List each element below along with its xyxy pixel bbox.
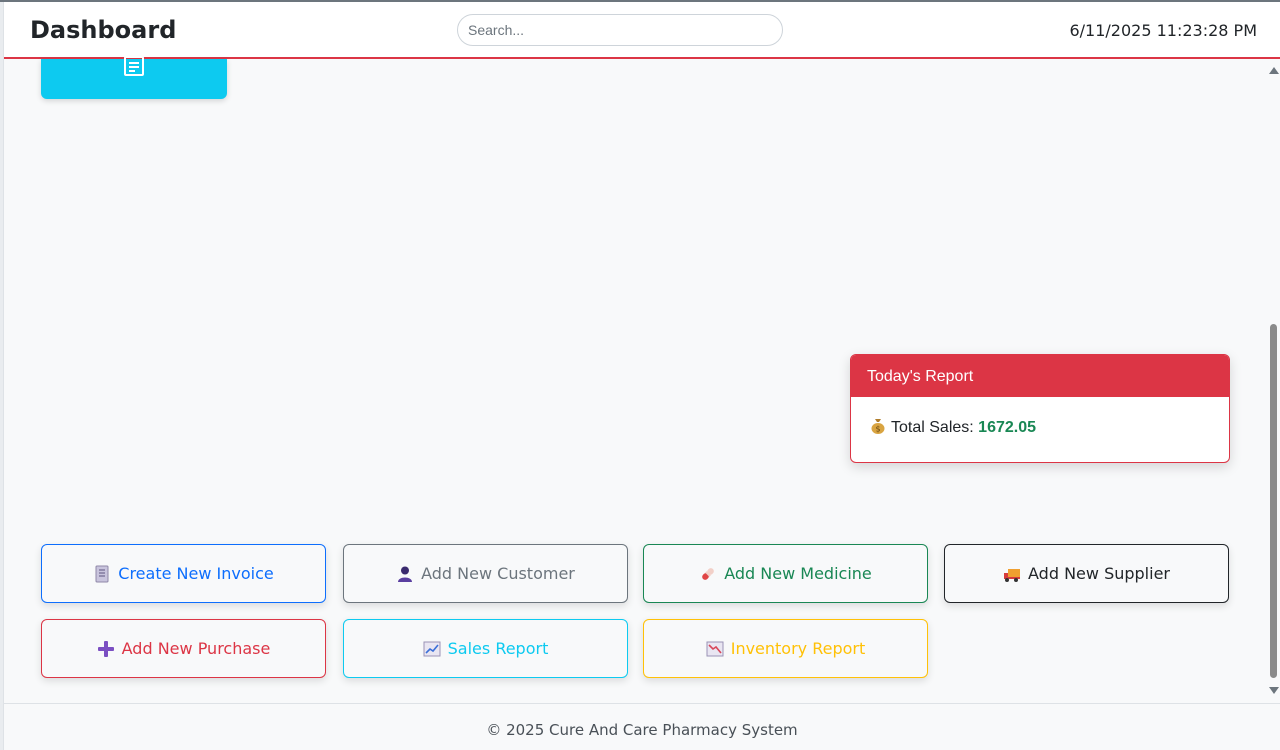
- svg-text:$: $: [875, 425, 880, 434]
- page-title: Dashboard: [30, 16, 177, 44]
- inventory-report-button[interactable]: Inventory Report: [643, 619, 928, 678]
- sales-report-button[interactable]: Sales Report: [343, 619, 628, 678]
- chart-down-icon: [706, 641, 724, 656]
- add-medicine-button[interactable]: Add New Medicine: [643, 544, 928, 603]
- scroll-up-arrow-icon[interactable]: [1269, 67, 1279, 74]
- top-navbar: Dashboard 6/11/2025 11:23:28 PM: [4, 2, 1280, 59]
- sales-report-label: Sales Report: [447, 639, 549, 658]
- invoices-card[interactable]: [41, 56, 227, 99]
- window-edge: [0, 0, 4, 750]
- scroll-down-arrow-icon[interactable]: [1269, 687, 1279, 694]
- total-sales-value: 1672.05: [978, 419, 1037, 436]
- report-card-title: Today's Report: [851, 355, 1229, 397]
- truck-icon: [1004, 568, 1021, 582]
- pill-icon: [702, 567, 715, 580]
- chart-up-icon: [423, 641, 441, 656]
- add-purchase-label: Add New Purchase: [121, 639, 271, 658]
- create-invoice-label: Create New Invoice: [118, 564, 274, 583]
- receipt-icon: [95, 565, 109, 582]
- page-footer: © 2025 Cure And Care Pharmacy System: [4, 703, 1280, 750]
- add-supplier-button[interactable]: Add New Supplier: [944, 544, 1229, 603]
- search-input[interactable]: [457, 14, 783, 46]
- todays-report-card: Today's Report $ Total Sales: 1672.05: [850, 354, 1230, 463]
- add-purchase-button[interactable]: Add New Purchase: [41, 619, 326, 678]
- user-icon: [398, 566, 413, 582]
- invoice-icon: [124, 56, 144, 76]
- inventory-report-label: Inventory Report: [730, 639, 866, 658]
- report-card-body: $ Total Sales: 1672.05: [851, 397, 1229, 457]
- scrollbar-thumb[interactable]: [1270, 324, 1277, 678]
- plus-icon: [97, 640, 114, 657]
- add-customer-label: Add New Customer: [421, 564, 575, 583]
- money-bag-icon: $: [871, 419, 885, 434]
- total-sales-label: Total Sales:: [891, 419, 974, 436]
- vertical-scrollbar[interactable]: [1266, 61, 1280, 701]
- add-customer-button[interactable]: Add New Customer: [343, 544, 628, 603]
- add-supplier-label: Add New Supplier: [1028, 564, 1170, 583]
- footer-copyright: © 2025 Cure And Care Pharmacy System: [486, 721, 798, 739]
- current-datetime: 6/11/2025 11:23:28 PM: [1069, 21, 1257, 40]
- add-medicine-label: Add New Medicine: [724, 564, 872, 583]
- create-invoice-button[interactable]: Create New Invoice: [41, 544, 326, 603]
